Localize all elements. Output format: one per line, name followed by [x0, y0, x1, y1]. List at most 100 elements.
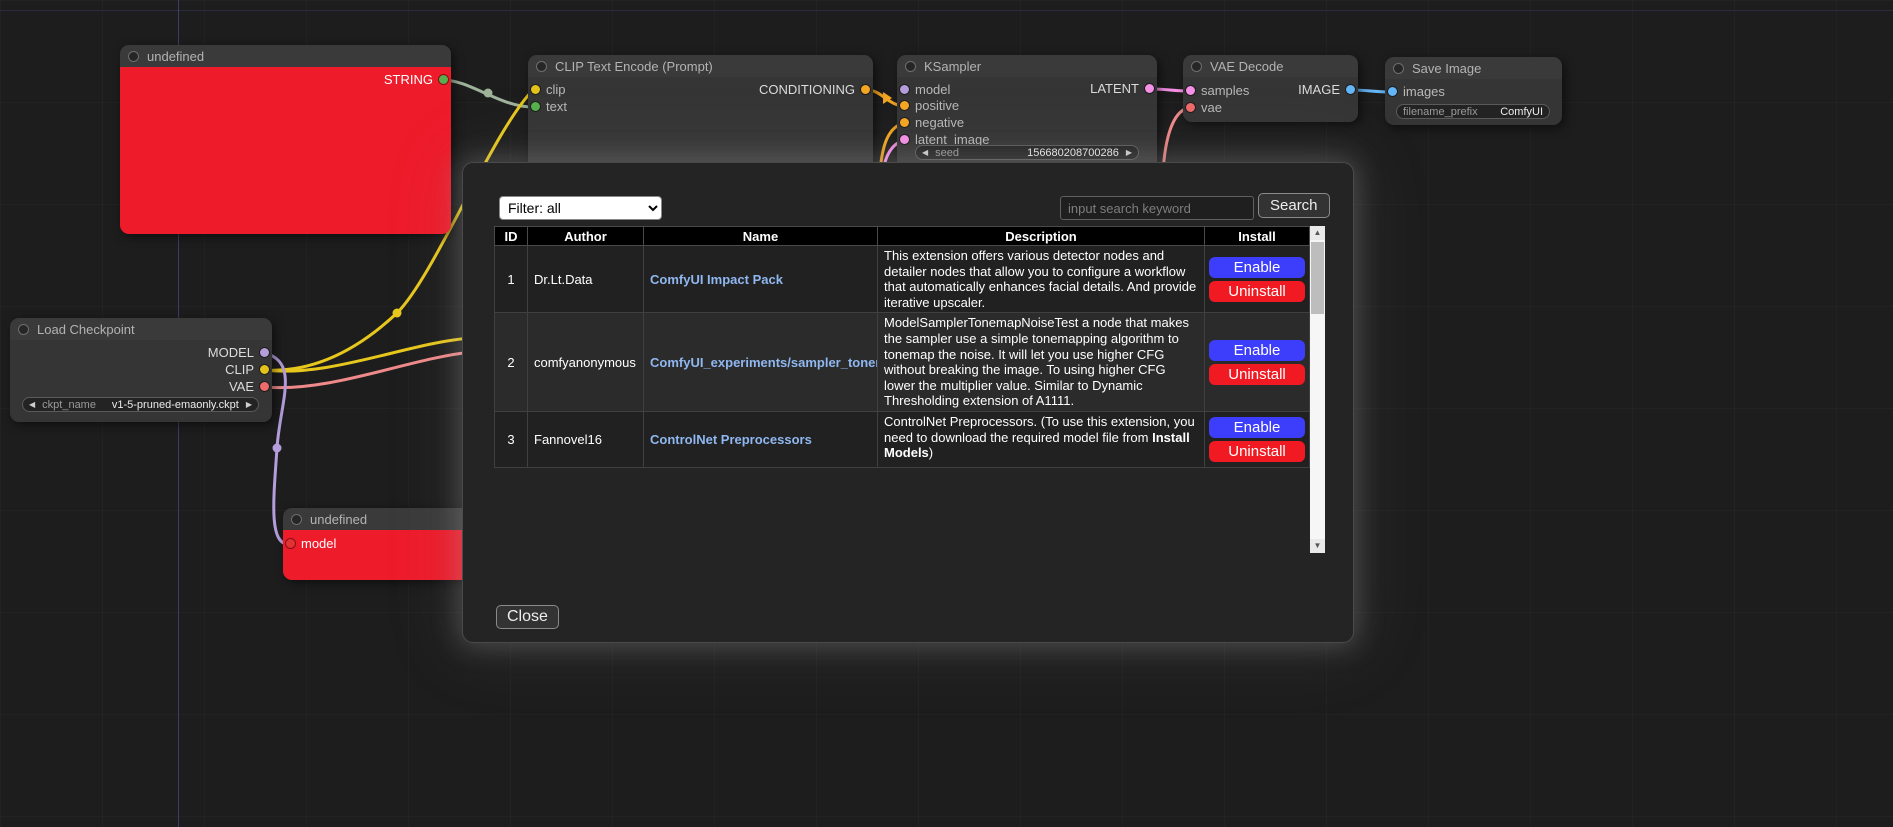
search-input[interactable] — [1060, 196, 1254, 220]
extensions-table-body: 1Dr.Lt.DataComfyUI Impact PackThis exten… — [495, 246, 1310, 468]
table-row: 3Fannovel16ControlNet PreprocessorsContr… — [495, 411, 1310, 467]
node-vae-decode[interactable]: VAE Decode samples IMAGE vae — [1183, 55, 1358, 122]
comfyui-canvas[interactable]: undefined STRING CLIP Text Encode (Promp… — [0, 0, 1893, 827]
collapse-dot-icon[interactable] — [905, 61, 916, 72]
cell-install: Enable Uninstall — [1205, 411, 1310, 467]
input-port-vae[interactable] — [1186, 103, 1195, 112]
extensions-table: ID Author Name Description Install 1Dr.L… — [494, 226, 1310, 468]
output-label: CLIP — [225, 362, 254, 378]
node-header[interactable]: Load Checkpoint — [10, 318, 272, 340]
input-port-clip[interactable] — [531, 85, 540, 94]
widget-decrement-icon[interactable]: ◀ — [922, 146, 928, 159]
filename-prefix-widget[interactable]: filename_prefix ComfyUI — [1396, 104, 1550, 119]
extension-link[interactable]: ComfyUI Impact Pack — [650, 272, 783, 287]
output-port-model[interactable] — [260, 348, 269, 357]
input-label: clip — [546, 82, 566, 97]
input-port-negative[interactable] — [900, 118, 909, 127]
node-title: CLIP Text Encode (Prompt) — [555, 59, 713, 74]
node-title: VAE Decode — [1210, 59, 1283, 74]
input-port-latent-image[interactable] — [900, 135, 909, 144]
input-port-positive[interactable] — [900, 101, 909, 110]
extensions-table-container: ID Author Name Description Install 1Dr.L… — [494, 226, 1325, 553]
collapse-dot-icon[interactable] — [128, 51, 139, 62]
input-port-text[interactable] — [531, 102, 540, 111]
collapse-dot-icon[interactable] — [18, 324, 29, 335]
node-header[interactable]: CLIP Text Encode (Prompt) — [528, 55, 873, 77]
node-load-checkpoint[interactable]: Load Checkpoint MODEL CLIP VAE ◀ ckpt_na… — [10, 318, 272, 422]
node-title: Load Checkpoint — [37, 322, 135, 337]
output-port-string[interactable] — [439, 75, 448, 84]
filter-select[interactable]: Filter: all — [499, 196, 662, 220]
node-header[interactable]: VAE Decode — [1183, 55, 1358, 77]
cell-install: Enable Uninstall — [1205, 246, 1310, 313]
input-port-samples[interactable] — [1186, 86, 1195, 95]
collapse-dot-icon[interactable] — [1191, 61, 1202, 72]
output-port-image[interactable] — [1346, 85, 1355, 94]
widget-label: filename_prefix — [1403, 106, 1478, 118]
table-scrollbar[interactable]: ▲ ▼ — [1310, 226, 1325, 553]
widget-increment-icon[interactable]: ▶ — [1126, 146, 1132, 159]
close-button[interactable]: Close — [496, 605, 559, 629]
cell-description: ModelSamplerTonemapNoiseTest a node that… — [878, 313, 1205, 412]
node-undefined-top[interactable]: undefined STRING — [120, 45, 451, 234]
uninstall-button[interactable]: Uninstall — [1209, 281, 1305, 302]
output-label: IMAGE — [1298, 82, 1340, 98]
input-label: vae — [1201, 100, 1222, 115]
input-port-model[interactable] — [286, 539, 295, 548]
widget-label: seed — [935, 147, 959, 159]
wire-midpoint-dot — [273, 444, 282, 453]
cell-author: Dr.Lt.Data — [528, 246, 644, 313]
node-header[interactable]: Save Image — [1385, 57, 1562, 79]
scroll-down-icon[interactable]: ▼ — [1310, 539, 1325, 553]
widget-value: ComfyUI — [1500, 106, 1543, 118]
input-label: text — [546, 99, 567, 114]
widget-next-icon[interactable]: ▶ — [246, 398, 252, 411]
output-port-vae[interactable] — [260, 382, 269, 391]
input-port-images[interactable] — [1388, 87, 1397, 96]
enable-button[interactable]: Enable — [1209, 340, 1305, 361]
wire-clip-branch — [265, 338, 472, 371]
output-port-clip[interactable] — [260, 365, 269, 374]
node-title: Save Image — [1412, 61, 1481, 76]
col-header-author: Author — [528, 227, 644, 246]
output-label: VAE — [229, 379, 254, 395]
cell-name: ComfyUI_experiments/sampler_tonemap — [644, 313, 878, 412]
enable-button[interactable]: Enable — [1209, 417, 1305, 438]
node-header[interactable]: KSampler — [897, 55, 1157, 77]
uninstall-button[interactable]: Uninstall — [1209, 441, 1305, 462]
collapse-dot-icon[interactable] — [291, 514, 302, 525]
output-label: LATENT — [1090, 81, 1139, 97]
ckpt-name-widget[interactable]: ◀ ckpt_name v1-5-pruned-emaonly.ckpt ▶ — [22, 397, 259, 412]
seed-widget[interactable]: ◀ seed 156680208700286 ▶ — [915, 145, 1139, 160]
widget-prev-icon[interactable]: ◀ — [29, 398, 35, 411]
enable-button[interactable]: Enable — [1209, 257, 1305, 278]
collapse-dot-icon[interactable] — [536, 61, 547, 72]
col-header-id: ID — [495, 227, 528, 246]
uninstall-button[interactable]: Uninstall — [1209, 364, 1305, 385]
node-title: undefined — [147, 49, 204, 64]
scrollbar-thumb[interactable] — [1311, 242, 1324, 314]
node-ksampler[interactable]: KSampler model LATENT positive negative … — [897, 55, 1157, 175]
extension-link[interactable]: ControlNet Preprocessors — [650, 432, 812, 447]
node-save-image[interactable]: Save Image images filename_prefix ComfyU… — [1385, 57, 1562, 125]
wire-midpoint-dot — [484, 89, 493, 98]
output-port-latent[interactable] — [1145, 84, 1154, 93]
input-label: model — [915, 82, 950, 97]
col-header-install: Install — [1205, 227, 1310, 246]
col-header-name: Name — [644, 227, 878, 246]
extension-link[interactable]: ComfyUI_experiments/sampler_tonemap — [650, 355, 878, 370]
node-header[interactable]: undefined — [120, 45, 451, 67]
output-port-conditioning[interactable] — [861, 85, 870, 94]
input-label: model — [301, 536, 336, 551]
cell-name: ControlNet Preprocessors — [644, 411, 878, 467]
node-title: undefined — [310, 512, 367, 527]
cell-id: 1 — [495, 246, 528, 313]
collapse-dot-icon[interactable] — [1393, 63, 1404, 74]
output-label: MODEL — [208, 345, 254, 361]
input-port-model[interactable] — [900, 85, 909, 94]
scroll-up-icon[interactable]: ▲ — [1310, 226, 1325, 240]
widget-label: ckpt_name — [42, 399, 96, 411]
cell-author: comfyanonymous — [528, 313, 644, 412]
cell-id: 3 — [495, 411, 528, 467]
search-button[interactable]: Search — [1258, 193, 1330, 218]
